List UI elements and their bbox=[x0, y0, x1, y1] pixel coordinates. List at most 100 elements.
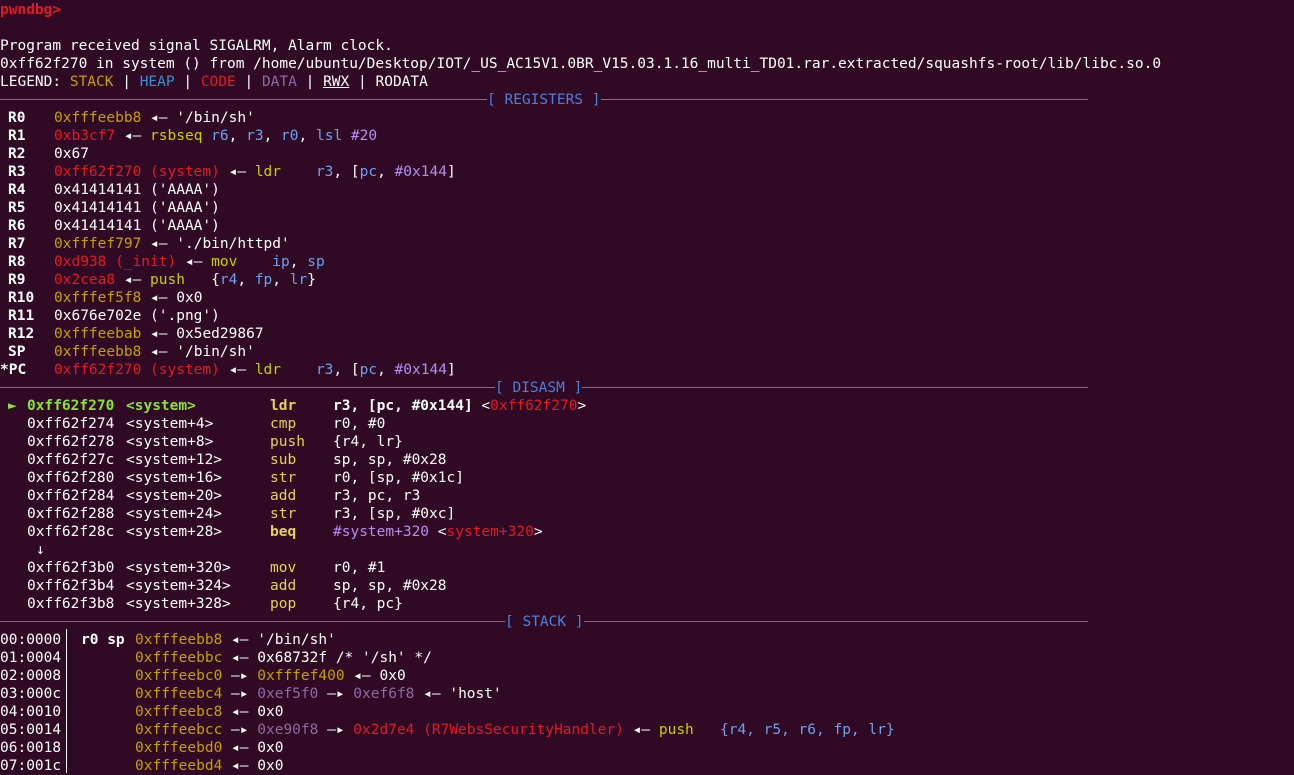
current-instruction-arrow-icon: ► bbox=[8, 398, 17, 414]
stack-header: [ STACK ] bbox=[505, 613, 584, 631]
stack-value: 0x0 bbox=[257, 740, 284, 756]
register-name: *PC bbox=[0, 362, 27, 378]
stack-offset: 07:001c bbox=[0, 758, 62, 774]
disasm-symbol: <system+16> bbox=[126, 470, 223, 486]
operand: pc bbox=[359, 164, 378, 180]
register-name: R2 bbox=[8, 146, 26, 162]
disasm-operands: {r4, lr} bbox=[333, 434, 403, 450]
arrow-right: —▸ bbox=[231, 668, 249, 684]
arrow-left: ◂— bbox=[123, 128, 142, 144]
disasm-mnemonic: add bbox=[270, 578, 297, 594]
arrow-left: ◂— bbox=[123, 272, 142, 288]
disasm-symbol: <system+12> bbox=[126, 452, 223, 468]
disasm-operands: {r4, pc} bbox=[333, 596, 403, 612]
instruction-mnemonic: push bbox=[150, 272, 185, 288]
stack-registers: r0 sp bbox=[81, 632, 125, 648]
disasm-address: 0xff62f274 bbox=[27, 416, 115, 432]
register-name: R5 bbox=[8, 200, 26, 216]
stack-address: 0xfffeebcc bbox=[135, 722, 223, 738]
disasm-mnemonic: pop bbox=[270, 596, 297, 612]
stack-pointer: 0xfffef400 bbox=[257, 668, 345, 684]
arrow-left: ◂— bbox=[150, 326, 168, 342]
immediate: #20 bbox=[350, 128, 378, 144]
register-name: R12 bbox=[8, 326, 35, 342]
operand: sp bbox=[307, 254, 325, 270]
disasm-mnemonic: str bbox=[270, 506, 297, 522]
disasm-symbol: <system+28> bbox=[126, 524, 223, 540]
arrow-left: ◂— bbox=[231, 704, 249, 720]
disasm-header: [ DISASM ] bbox=[495, 379, 583, 397]
disasm-symbol: <system+328> bbox=[126, 596, 231, 612]
register-name: R11 bbox=[8, 308, 35, 324]
stack-value: 0x0 bbox=[257, 758, 284, 774]
stack-pointer: 0xe90f8 bbox=[257, 722, 319, 738]
arrow-left: ◂— bbox=[150, 344, 168, 360]
operand: r3 bbox=[315, 164, 334, 180]
stack-address: 0xfffeebbc bbox=[135, 650, 223, 666]
register-value: 0xfffef5f8 bbox=[54, 290, 142, 306]
stack-offset: 02:0008 bbox=[0, 668, 62, 684]
legend-separator: | bbox=[113, 74, 140, 90]
disasm-symbol: <system+320> bbox=[126, 560, 231, 576]
operand: pc bbox=[359, 362, 378, 378]
stack-value: '/bin/sh' bbox=[257, 632, 336, 648]
legend-rwx: RWX bbox=[323, 74, 350, 90]
disasm-target: system+320 bbox=[446, 524, 534, 540]
arrow-left: ◂— bbox=[228, 362, 247, 378]
legend-code: CODE bbox=[200, 74, 236, 90]
legend-stack: STACK bbox=[69, 74, 114, 90]
arrow-left: ◂— bbox=[150, 236, 168, 252]
register-value: 0xd938 (_init) bbox=[54, 254, 177, 270]
register-name: R1 bbox=[8, 128, 26, 144]
legend-separator: | bbox=[235, 74, 262, 90]
register-deref: '/bin/sh' bbox=[176, 110, 255, 126]
operand: r0 bbox=[281, 128, 299, 144]
operand: r3 bbox=[246, 128, 264, 144]
stack-address: 0xfffeebc4 bbox=[135, 686, 223, 702]
stack-value: 0x68732f /* '/sh' */ bbox=[257, 650, 432, 666]
stack-pointer: 0xef5f0 bbox=[257, 686, 319, 702]
gdb-prompt[interactable]: pwndbg> bbox=[0, 1, 61, 19]
operand: lr bbox=[289, 272, 308, 288]
stack-value: 0x0 bbox=[257, 704, 284, 720]
instruction-mnemonic: mov bbox=[211, 254, 238, 270]
register-name: SP bbox=[8, 344, 26, 360]
stack-value: 'host' bbox=[449, 686, 502, 702]
location-message: 0xff62f270 in system () from /home/ubunt… bbox=[0, 56, 1162, 72]
operand: fp bbox=[254, 272, 273, 288]
disasm-address: 0xff62f288 bbox=[27, 506, 115, 522]
instruction-mnemonic: push bbox=[658, 722, 694, 738]
disasm-operands: r0, #1 bbox=[333, 560, 386, 576]
stack-offset: 01:0004 bbox=[0, 650, 62, 666]
arrow-left: ◂— bbox=[231, 632, 249, 648]
register-value: 0xff62f270 (system) bbox=[54, 164, 220, 180]
arrow-right: —▸ bbox=[231, 722, 249, 738]
stack-offset: 06:0018 bbox=[0, 740, 62, 756]
register-name: R0 bbox=[8, 110, 26, 126]
operand: ip bbox=[272, 254, 290, 270]
instruction-mnemonic: rsbseq bbox=[150, 128, 203, 144]
arrow-left: ◂— bbox=[231, 758, 249, 774]
arrow-right: —▸ bbox=[231, 686, 249, 702]
disasm-operands: r0, #0 bbox=[333, 416, 386, 432]
register-value: 0x2cea8 bbox=[54, 272, 116, 288]
stack-address: 0xfffeebc0 bbox=[135, 668, 223, 684]
arrow-left: ◂— bbox=[228, 164, 247, 180]
stack-value: 0x0 bbox=[379, 668, 406, 684]
register-value: 0xfffef797 bbox=[54, 236, 142, 252]
legend-separator: | bbox=[296, 74, 324, 90]
register-value: 0xfffeebab bbox=[54, 326, 142, 342]
disasm-address: 0xff62f3b8 bbox=[27, 596, 115, 612]
disasm-address: 0xff62f3b4 bbox=[27, 578, 115, 594]
terminal-window[interactable]: pwndbg> Program received signal SIGALRM,… bbox=[0, 0, 1294, 774]
disasm-address: 0xff62f284 bbox=[27, 488, 115, 504]
register-deref: 0x5ed29867 bbox=[176, 326, 264, 342]
stack-address: 0xfffeebd0 bbox=[135, 740, 223, 756]
disasm-symbol: <system> bbox=[126, 398, 196, 414]
arrow-left: ◂— bbox=[184, 254, 203, 270]
disasm-operands: sp, sp, #0x28 bbox=[333, 578, 447, 594]
operand: r4 bbox=[219, 272, 238, 288]
disasm-operands: r3, [pc, #0x144] bbox=[333, 398, 473, 414]
register-name: R9 bbox=[8, 272, 26, 288]
instruction-mnemonic: ldr bbox=[254, 362, 282, 378]
